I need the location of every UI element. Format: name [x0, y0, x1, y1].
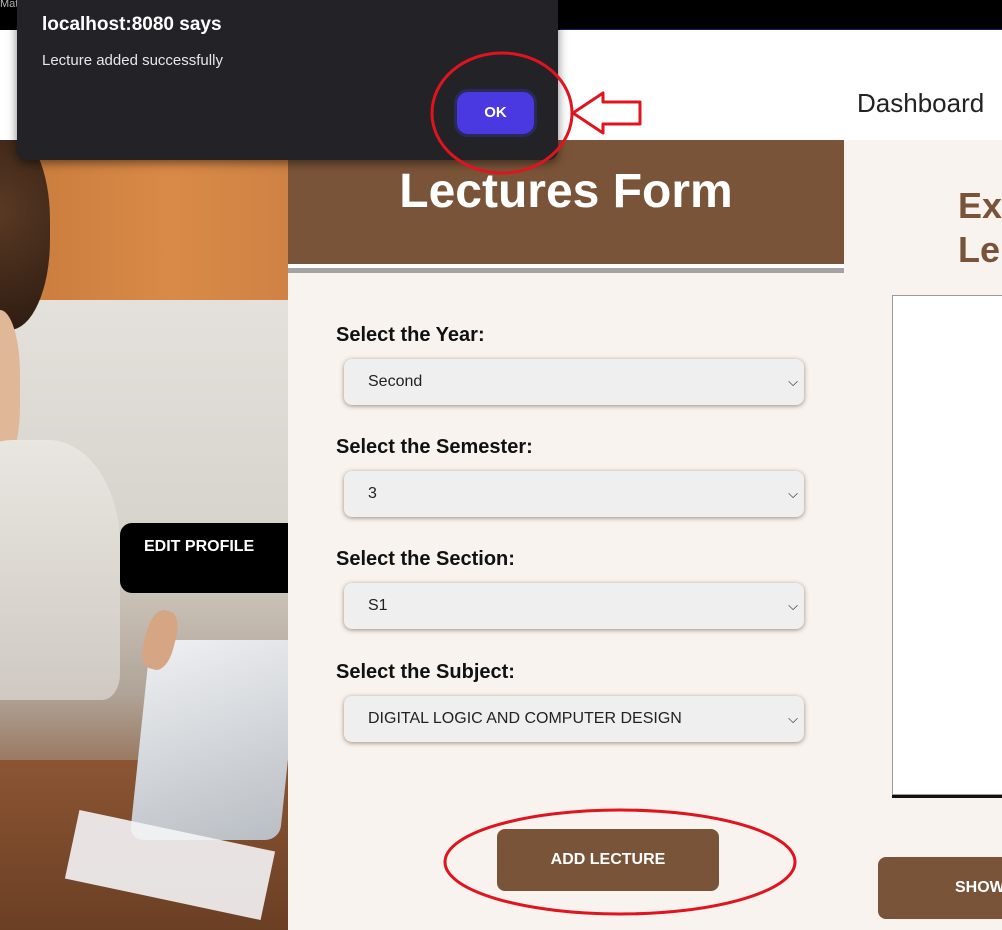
chevron-down-icon: ⌵ [788, 598, 798, 613]
subject-select[interactable]: DIGITAL LOGIC AND COMPUTER DESIGN ⌵ [344, 696, 804, 742]
alert-message: Lecture added successfully [42, 52, 223, 69]
subject-label: Select the Subject: [336, 661, 515, 683]
year-select-value: Second [368, 373, 423, 390]
section-select[interactable]: S1 ⌵ [344, 583, 804, 629]
title-line-2: Le [958, 229, 1001, 270]
year-select[interactable]: Second ⌵ [344, 359, 804, 405]
section-label: Select the Section: [336, 548, 515, 570]
form-title: Lectures Form [399, 165, 733, 218]
edit-profile-button[interactable]: EDIT PROFILE [120, 523, 290, 593]
title-line-1: Ex [958, 185, 1002, 226]
lectures-list-box[interactable] [892, 295, 1002, 795]
chevron-down-icon: ⌵ [788, 486, 798, 501]
browser-tab-text[interactable]: Mat [0, 0, 18, 10]
title-divider-gray [288, 268, 844, 273]
existing-lectures-title: Ex Le [958, 184, 1002, 272]
semester-select[interactable]: 3 ⌵ [344, 471, 804, 517]
subject-select-value: DIGITAL LOGIC AND COMPUTER DESIGN [368, 710, 682, 727]
semester-select-value: 3 [368, 485, 377, 502]
alert-ok-button[interactable]: OK [454, 89, 537, 137]
alert-title: localhost:8080 says [42, 14, 222, 35]
existing-lectures-panel: Ex Le SHOW [844, 140, 1002, 930]
alert-dialog: localhost:8080 says Lecture added succes… [17, 0, 558, 160]
chevron-down-icon: ⌵ [788, 374, 798, 389]
add-lecture-button[interactable]: ADD LECTURE [497, 829, 719, 891]
year-label: Select the Year: [336, 324, 485, 346]
dashboard-link[interactable]: Dashboard [857, 88, 984, 119]
chevron-down-icon: ⌵ [788, 711, 798, 726]
semester-label: Select the Semester: [336, 436, 533, 458]
lectures-form-panel: Lectures Form Select the Year: Second ⌵ … [288, 140, 844, 930]
show-lectures-button[interactable]: SHOW [878, 857, 1002, 919]
section-select-value: S1 [368, 597, 388, 614]
